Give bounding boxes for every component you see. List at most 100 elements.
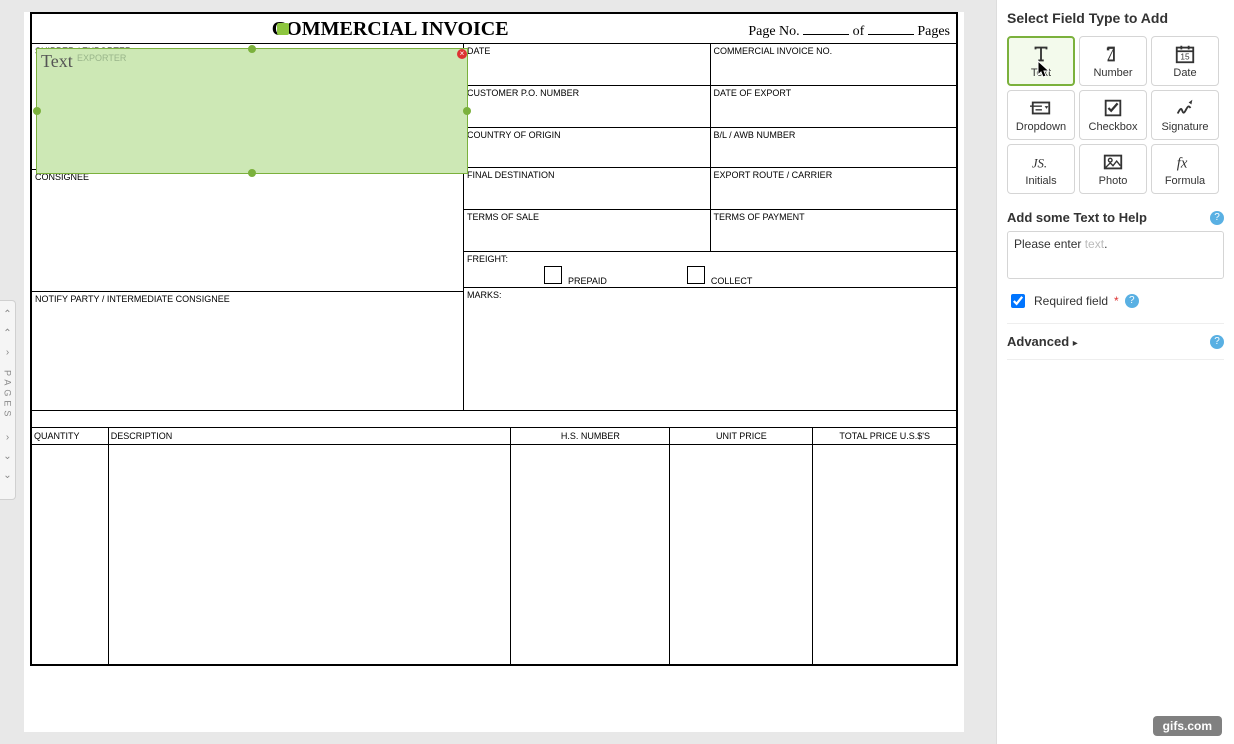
chevron-down-icon[interactable]: ⌄ [3,451,11,462]
form-cell[interactable]: TERMS OF PAYMENT [711,210,957,252]
form-cell[interactable]: TERMS OF SALE [464,210,711,252]
signature-icon [1174,97,1196,119]
chevron-right-icon-2[interactable]: › [6,432,9,443]
resize-handle-bottom[interactable] [248,169,256,177]
help-text-input[interactable]: Please enter text. [1007,231,1224,279]
required-asterisk: * [1114,294,1119,308]
advanced-info-icon[interactable]: ? [1210,335,1224,349]
pages-rail-label: PAGES [3,370,13,420]
required-info-icon[interactable]: ? [1125,294,1139,308]
cell-label: NOTIFY PARTY / INTERMEDIATE CONSIGNEE [32,292,463,306]
field-type-signature[interactable]: Signature [1151,90,1219,140]
items-cell[interactable] [670,444,813,664]
canvas[interactable]: COMMERCIAL INVOICE Page No. of Pages SHI… [0,0,996,744]
dropdown-icon [1030,97,1052,119]
form-cell[interactable]: DATE [464,44,711,86]
chevron-up-icon[interactable]: ⌃ [3,328,11,339]
form-cell[interactable]: NOTIFY PARTY / INTERMEDIATE CONSIGNEE [32,292,464,410]
cell-label: TERMS OF SALE [464,210,710,224]
document-title: COMMERCIAL INVOICE [32,14,748,43]
marks-cell[interactable]: MARKS: [464,288,956,406]
field-type-label: Initials [1025,175,1056,187]
field-type-label: Dropdown [1016,121,1066,133]
panel-heading: Select Field Type to Add [1007,10,1224,26]
items-header: QUANTITY [32,428,108,444]
form-page[interactable]: COMMERCIAL INVOICE Page No. of Pages SHI… [24,12,964,732]
field-type-label: Number [1093,67,1132,79]
field-type-initials[interactable]: JS. Initials [1007,144,1075,194]
field-type-dropdown[interactable]: Dropdown [1007,90,1075,140]
form-cell[interactable]: CUSTOMER P.O. NUMBER [464,86,711,128]
field-placeholder: Text [41,51,73,72]
items-cell[interactable] [108,444,511,664]
field-type-checkbox[interactable]: Checkbox [1079,90,1147,140]
cell-label: COMMERCIAL INVOICE NO. [711,44,957,58]
cell-label: FREIGHT: [464,252,956,266]
initials-icon: JS. [1030,151,1052,173]
resize-handle-right[interactable] [463,107,471,115]
resize-handle-top[interactable] [248,45,256,53]
field-type-number[interactable]: 7 Number [1079,36,1147,86]
cell-label: DATE OF EXPORT [711,86,957,100]
form-cell[interactable]: DATE OF EXPORT [711,86,957,128]
help-info-icon[interactable]: ? [1210,211,1224,225]
svg-text:7: 7 [1106,44,1115,64]
cell-label: COUNTRY OF ORIGIN [464,128,710,142]
cell-label: MARKS: [464,288,956,302]
cursor-icon [1036,59,1052,82]
items-cell[interactable] [511,444,670,664]
help-text-ghost: text [1085,237,1104,251]
form-cell[interactable]: FINAL DESTINATION [464,168,711,210]
cell-label: CUSTOMER P.O. NUMBER [464,86,710,100]
spacer-row [32,410,956,428]
field-type-label: Signature [1161,121,1208,133]
field-type-label: Date [1173,67,1196,79]
properties-panel: Select Field Type to Add Text 7 Number 15 Da… [996,0,1234,744]
pages-total-blank[interactable] [868,34,914,35]
prepaid-checkbox[interactable] [544,266,562,284]
chevron-up-double-icon[interactable]: ⌃ [3,309,11,320]
form-cell[interactable]: B/L / AWB NUMBER [711,128,957,168]
field-type-photo[interactable]: Photo [1079,144,1147,194]
checkbox-icon [1102,97,1124,119]
help-text-suffix: . [1104,237,1107,251]
advanced-toggle[interactable]: Advanced ▸ ? [1007,323,1224,360]
freight-cell: FREIGHT:PREPAIDCOLLECT [464,252,956,288]
selected-text-field[interactable]: Text EXPORTER × [36,48,468,174]
delete-field-icon[interactable]: × [457,49,467,59]
form-cell[interactable]: COMMERCIAL INVOICE NO. [711,44,957,86]
cell-label: EXPORT ROUTE / CARRIER [711,168,957,182]
field-type-text[interactable]: Text [1007,36,1075,86]
field-marker-icon[interactable] [277,23,289,35]
formula-icon: fx [1174,151,1196,173]
items-cell[interactable] [813,444,956,664]
resize-handle-left[interactable] [33,107,41,115]
cell-label: TERMS OF PAYMENT [711,210,957,224]
items-header: UNIT PRICE [670,428,813,444]
collect-label: COLLECT [711,276,753,286]
collect-checkbox[interactable] [687,266,705,284]
watermark: gifs.com [1153,716,1222,736]
field-type-grid: Text 7 Number 15 Date Dropdown Checkbox Signatu… [1007,36,1224,194]
pages-rail[interactable]: ⌃ ⌃ › PAGES › ⌄ ⌄ [0,300,16,500]
chevron-right-icon: ▸ [1073,338,1078,349]
form-cell[interactable]: CONSIGNEE [32,170,464,292]
field-type-date[interactable]: 15 Date [1151,36,1219,86]
date-icon: 15 [1174,43,1196,65]
page-no-blank[interactable] [803,34,849,35]
items-header: DESCRIPTION [108,428,511,444]
chevron-right-icon[interactable]: › [6,347,9,358]
page-of: of [853,24,865,39]
photo-icon [1102,151,1124,173]
items-header: TOTAL PRICE U.S.$'S [813,428,956,444]
items-cell[interactable] [32,444,108,664]
field-type-formula[interactable]: fxFormula [1151,144,1219,194]
form-cell[interactable]: EXPORT ROUTE / CARRIER [711,168,957,210]
chevron-down-double-icon[interactable]: ⌄ [3,470,11,481]
required-label: Required field [1034,294,1108,308]
form-cell[interactable]: COUNTRY OF ORIGIN [464,128,711,168]
required-checkbox[interactable] [1011,294,1025,308]
page-no-prefix: Page No. [748,24,799,39]
svg-text:JS.: JS. [1032,157,1047,171]
svg-text:fx: fx [1177,156,1188,172]
